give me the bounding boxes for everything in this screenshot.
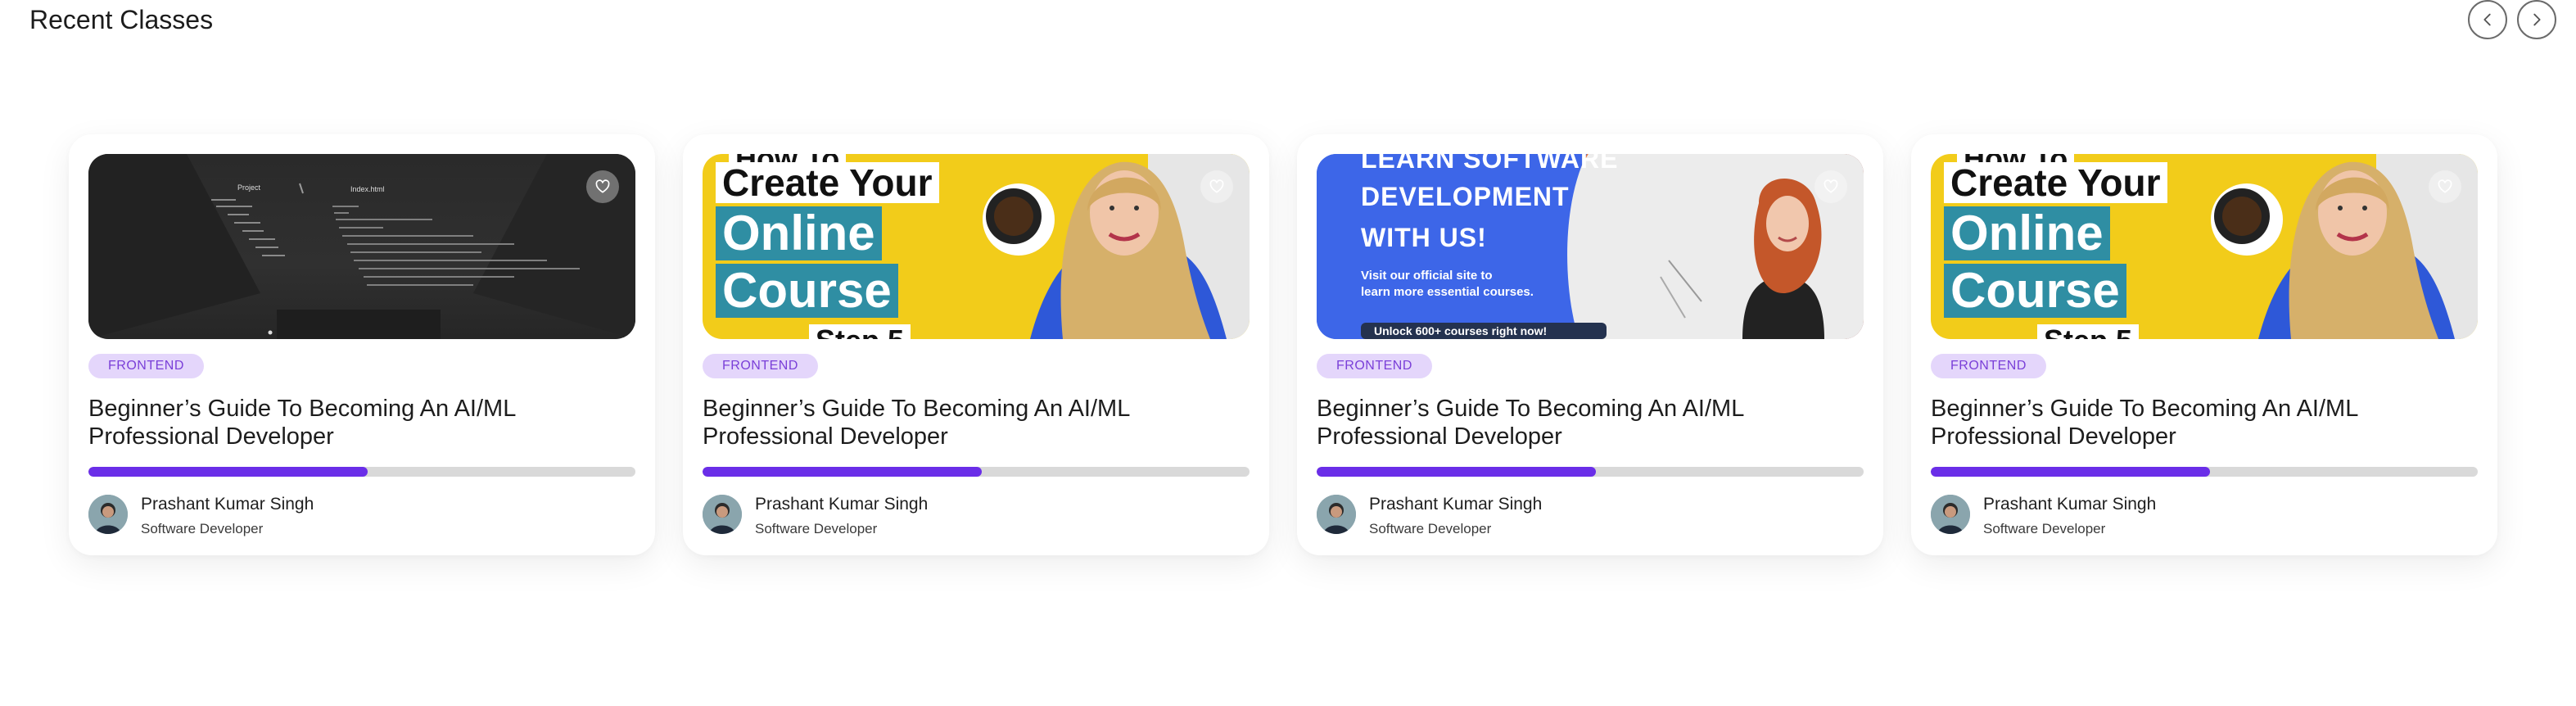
avatar: [703, 495, 742, 534]
instructor-photo: [703, 495, 742, 534]
class-title[interactable]: Beginner’s Guide To Becoming An AI/ML Pr…: [703, 395, 1227, 450]
progress-fill: [1931, 467, 2210, 477]
instructor-role: Software Developer: [1983, 521, 2106, 536]
instructor-name: Prashant Kumar Singh: [141, 495, 314, 514]
heart-icon: [1209, 179, 1224, 193]
class-thumbnail[interactable]: How To Create Your Online Course Step 5: [703, 154, 1250, 339]
class-carousel: Project Index.html FRONTEND Beginner’s G…: [69, 134, 2525, 555]
heart-icon: [2438, 179, 2452, 193]
progress-bar: [1317, 467, 1864, 477]
section-title: Recent Classes: [29, 5, 214, 34]
carousel-next-button[interactable]: [2517, 0, 2556, 39]
thumb-text: WITH US!: [1361, 223, 1487, 252]
section-header: Recent Classes: [29, 0, 2556, 41]
progress-bar: [703, 467, 1250, 477]
progress-fill: [703, 467, 982, 477]
thumb-text: Visit our official site to: [1361, 269, 1493, 283]
class-card[interactable]: LEARN SOFTWARE DEVELOPMENT WITH US! Visi…: [1297, 134, 1883, 555]
carousel-prev-button[interactable]: [2468, 0, 2507, 39]
class-card[interactable]: Project Index.html FRONTEND Beginner’s G…: [69, 134, 655, 555]
thumb-text: Online: [716, 206, 882, 260]
instructor-photo: [1931, 495, 1970, 534]
progress-fill: [88, 467, 368, 477]
thumb-text: Course: [716, 264, 898, 318]
thumb-text: Create Your: [716, 162, 939, 203]
thumb-text: Project: [237, 183, 261, 192]
class-thumbnail[interactable]: How To Create Your Online Course Step 5: [1931, 154, 2478, 339]
instructor-role: Software Developer: [755, 521, 878, 536]
heart-icon: [1824, 179, 1838, 193]
class-card[interactable]: How To Create Your Online Course Step 5 …: [1911, 134, 2497, 555]
instructor-name: Prashant Kumar Singh: [1369, 495, 1543, 514]
progress-bar: [1931, 467, 2478, 477]
instructor-name: Prashant Kumar Singh: [755, 495, 929, 514]
instructor-name: Prashant Kumar Singh: [1983, 495, 2157, 514]
instructor-photo: [1317, 495, 1356, 534]
avatar: [88, 495, 128, 534]
thumb-text: Online: [1944, 206, 2110, 260]
thumb-text: Course: [1944, 264, 2126, 318]
chevron-right-icon: [2533, 13, 2541, 26]
instructor-role: Software Developer: [1369, 521, 1492, 536]
avatar: [1931, 495, 1970, 534]
thumb-text: Create Your: [1944, 162, 2167, 203]
thumb-text: Unlock 600+ courses right now!: [1374, 324, 1548, 337]
chevron-left-icon: [2483, 13, 2491, 26]
favorite-button[interactable]: [1200, 170, 1233, 203]
avatar: [1317, 495, 1356, 534]
favorite-button[interactable]: [1814, 170, 1847, 203]
favorite-button[interactable]: [586, 170, 619, 203]
category-badge: FRONTEND: [88, 354, 204, 378]
category-badge: FRONTEND: [703, 354, 818, 378]
progress-bar: [88, 467, 635, 477]
category-badge: FRONTEND: [1317, 354, 1432, 378]
class-thumbnail[interactable]: Project Index.html: [88, 154, 635, 339]
favorite-button[interactable]: [2429, 170, 2461, 203]
class-title[interactable]: Beginner’s Guide To Becoming An AI/ML Pr…: [88, 395, 612, 450]
laptop-code-image: [88, 154, 635, 339]
thumb-text: DEVELOPMENT: [1361, 182, 1570, 211]
instructor-role: Software Developer: [141, 521, 264, 536]
class-thumbnail[interactable]: LEARN SOFTWARE DEVELOPMENT WITH US! Visi…: [1317, 154, 1864, 339]
heart-icon: [595, 179, 610, 193]
category-badge: FRONTEND: [1931, 354, 2046, 378]
class-card[interactable]: How To Create Your Online Course Step 5 …: [683, 134, 1269, 555]
class-title[interactable]: Beginner’s Guide To Becoming An AI/ML Pr…: [1931, 395, 2455, 450]
thumb-text: learn more essential courses.: [1361, 285, 1534, 299]
thumb-text: Index.html: [350, 185, 385, 193]
thumb-text: LEARN SOFTWARE: [1361, 154, 1619, 174]
progress-fill: [1317, 467, 1596, 477]
instructor-photo: [88, 495, 128, 534]
thumb-text: Step 5: [2037, 324, 2140, 339]
class-title[interactable]: Beginner’s Guide To Becoming An AI/ML Pr…: [1317, 395, 1841, 450]
thumb-text: Step 5: [809, 324, 911, 339]
